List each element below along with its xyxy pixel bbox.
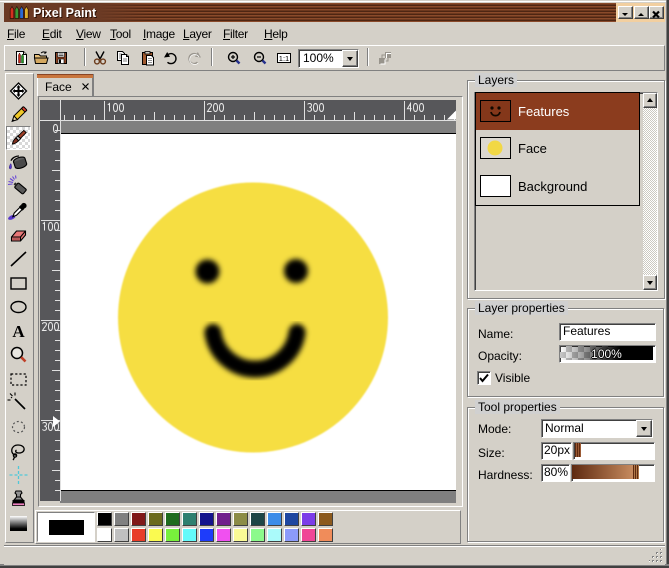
svg-text:1:1: 1:1 <box>279 54 289 63</box>
svg-text:A: A <box>12 322 25 341</box>
